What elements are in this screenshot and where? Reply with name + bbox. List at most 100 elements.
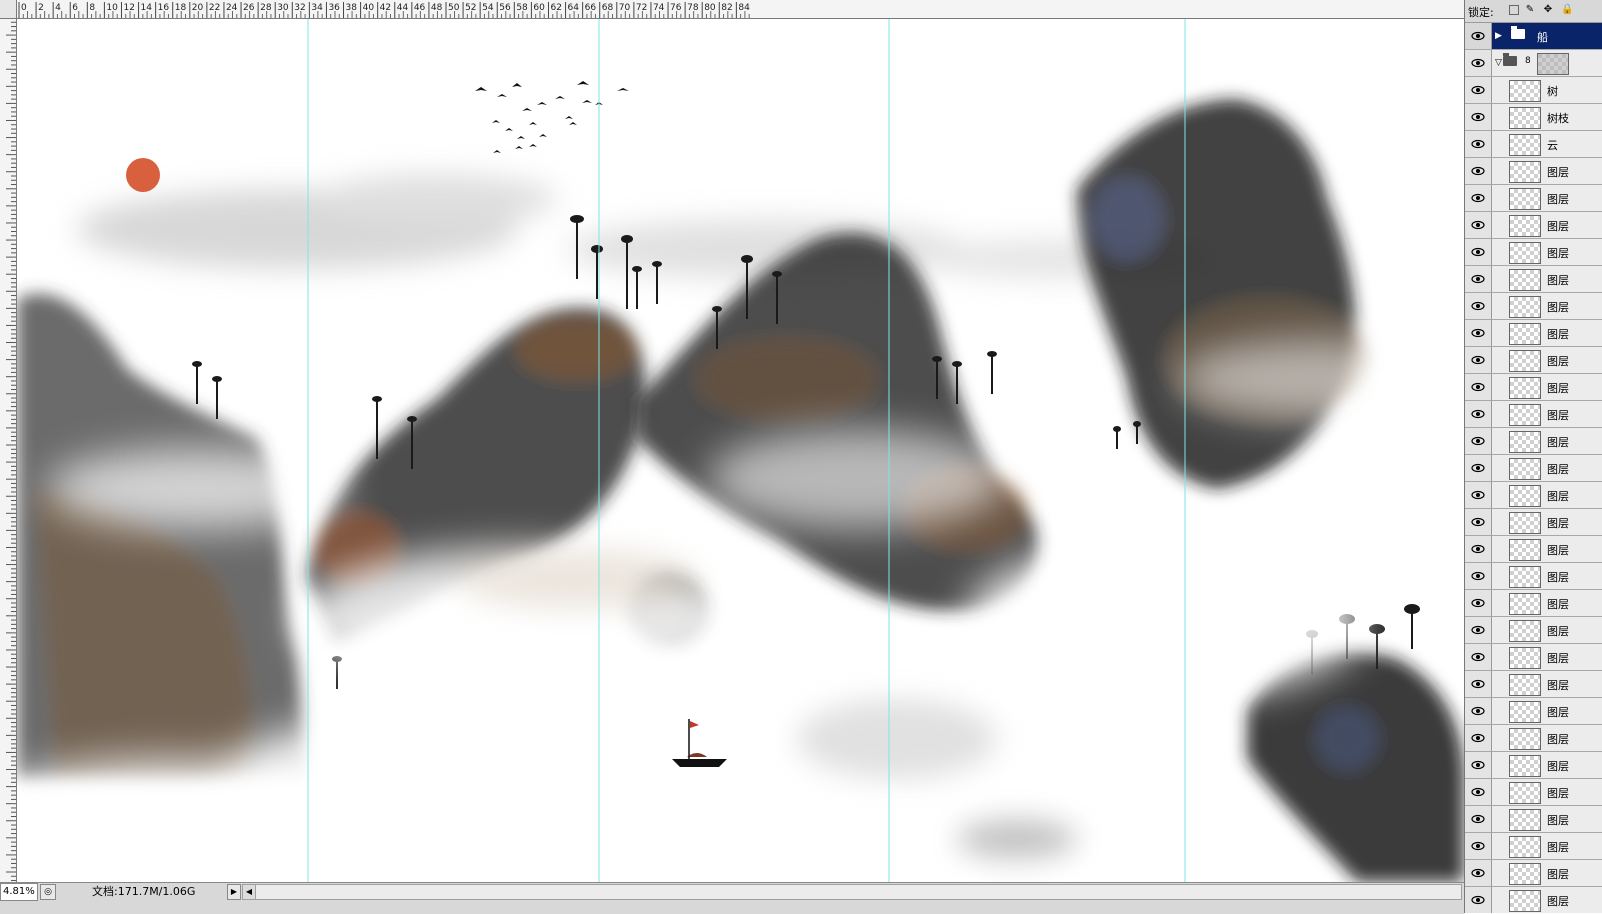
layer-row[interactable]: 图层: [1465, 401, 1602, 428]
layer-row[interactable]: 图层: [1465, 563, 1602, 590]
status-menu-arrow-icon[interactable]: ▶: [227, 884, 241, 900]
layer-row[interactable]: 图层: [1465, 347, 1602, 374]
visibility-toggle[interactable]: [1465, 833, 1492, 859]
visibility-toggle[interactable]: [1465, 212, 1492, 238]
layer-row[interactable]: 图层: [1465, 833, 1602, 860]
visibility-toggle[interactable]: [1465, 428, 1492, 454]
layer-row[interactable]: 图层: [1465, 860, 1602, 887]
visibility-toggle[interactable]: [1465, 239, 1492, 265]
layer-thumbnail[interactable]: [1509, 701, 1541, 723]
layer-thumbnail[interactable]: [1509, 782, 1541, 804]
layer-row[interactable]: 图层: [1465, 752, 1602, 779]
chain-link-icon[interactable]: 8: [1525, 56, 1531, 66]
visibility-toggle[interactable]: [1465, 77, 1492, 103]
layer-row[interactable]: 图层: [1465, 806, 1602, 833]
layer-thumbnail[interactable]: [1509, 269, 1541, 291]
visibility-toggle[interactable]: [1465, 536, 1492, 562]
layer-thumbnail[interactable]: [1509, 188, 1541, 210]
navigator-icon[interactable]: ◎: [40, 884, 56, 900]
visibility-toggle[interactable]: [1465, 374, 1492, 400]
layer-thumbnail[interactable]: [1509, 296, 1541, 318]
layer-row[interactable]: ▶ 船: [1465, 23, 1602, 50]
layer-thumbnail[interactable]: [1509, 215, 1541, 237]
layer-thumbnail[interactable]: [1509, 890, 1541, 912]
visibility-toggle[interactable]: [1465, 320, 1492, 346]
visibility-toggle[interactable]: [1465, 131, 1492, 157]
visibility-toggle[interactable]: [1465, 806, 1492, 832]
layer-row[interactable]: ▽ 8: [1465, 50, 1602, 77]
layer-thumbnail[interactable]: [1509, 755, 1541, 777]
layer-thumbnail[interactable]: [1509, 593, 1541, 615]
layer-thumbnail[interactable]: [1509, 512, 1541, 534]
layer-thumbnail[interactable]: [1509, 728, 1541, 750]
layer-thumbnail[interactable]: [1509, 80, 1541, 102]
visibility-toggle[interactable]: [1465, 698, 1492, 724]
layer-thumbnail[interactable]: [1509, 458, 1541, 480]
layer-thumbnail[interactable]: [1509, 431, 1541, 453]
lock-all-icon[interactable]: 🔒: [1561, 5, 1573, 15]
layer-thumbnail[interactable]: [1509, 242, 1541, 264]
visibility-toggle[interactable]: [1465, 725, 1492, 751]
visibility-toggle[interactable]: [1465, 590, 1492, 616]
visibility-toggle[interactable]: [1465, 185, 1492, 211]
horizontal-scrollbar[interactable]: ◀: [242, 884, 1462, 900]
visibility-toggle[interactable]: [1465, 266, 1492, 292]
layer-row[interactable]: 图层: [1465, 590, 1602, 617]
layer-thumbnail[interactable]: [1509, 404, 1541, 426]
layer-row[interactable]: 图层: [1465, 320, 1602, 347]
visibility-toggle[interactable]: [1465, 23, 1492, 49]
visibility-toggle[interactable]: [1465, 158, 1492, 184]
layer-row[interactable]: 图层: [1465, 158, 1602, 185]
layer-row[interactable]: 图层: [1465, 617, 1602, 644]
layer-thumbnail[interactable]: [1509, 377, 1541, 399]
layer-thumbnail[interactable]: [1509, 485, 1541, 507]
layer-thumbnail[interactable]: [1509, 836, 1541, 858]
visibility-toggle[interactable]: [1465, 563, 1492, 589]
layer-row[interactable]: 图层: [1465, 779, 1602, 806]
layer-thumbnail[interactable]: [1509, 620, 1541, 642]
visibility-toggle[interactable]: [1465, 752, 1492, 778]
layer-thumbnail[interactable]: [1509, 809, 1541, 831]
layer-thumbnail[interactable]: [1509, 323, 1541, 345]
layer-row[interactable]: 图层: [1465, 644, 1602, 671]
expand-arrow-icon[interactable]: ▶: [1495, 31, 1502, 41]
layer-row[interactable]: 图层: [1465, 374, 1602, 401]
scroll-left-arrow-icon[interactable]: ◀: [243, 885, 256, 899]
vertical-ruler[interactable]: [0, 18, 17, 882]
layer-row[interactable]: 图层: [1465, 293, 1602, 320]
zoom-level-field[interactable]: 4.81%: [0, 883, 38, 901]
visibility-toggle[interactable]: [1465, 50, 1492, 76]
visibility-toggle[interactable]: [1465, 482, 1492, 508]
ruler-origin[interactable]: [0, 0, 17, 19]
horizontal-ruler[interactable]: 0 2 4 6 8 10 12 14 16 18 20 22 24 26 28 30 32 34 36 38 40 42 4…: [0, 0, 1464, 19]
layer-row[interactable]: 树: [1465, 77, 1602, 104]
layer-row[interactable]: 云: [1465, 131, 1602, 158]
visibility-toggle[interactable]: [1465, 887, 1492, 913]
visibility-toggle[interactable]: [1465, 509, 1492, 535]
visibility-toggle[interactable]: [1465, 779, 1492, 805]
layer-row[interactable]: 图层: [1465, 536, 1602, 563]
visibility-toggle[interactable]: [1465, 671, 1492, 697]
layer-row[interactable]: 图层: [1465, 212, 1602, 239]
visibility-toggle[interactable]: [1465, 347, 1492, 373]
layer-row[interactable]: 图层: [1465, 887, 1602, 913]
layer-row[interactable]: 图层: [1465, 455, 1602, 482]
lock-brush-icon[interactable]: ✎: [1525, 5, 1535, 15]
layer-row[interactable]: 图层: [1465, 185, 1602, 212]
lock-move-icon[interactable]: ✥: [1543, 5, 1553, 15]
layer-thumbnail[interactable]: [1509, 161, 1541, 183]
layer-mask-thumbnail[interactable]: [1537, 53, 1569, 75]
visibility-toggle[interactable]: [1465, 293, 1492, 319]
layer-row[interactable]: 图层: [1465, 482, 1602, 509]
layer-row[interactable]: 图层: [1465, 725, 1602, 752]
layer-thumbnail[interactable]: [1509, 566, 1541, 588]
visibility-toggle[interactable]: [1465, 401, 1492, 427]
collapse-arrow-icon[interactable]: ▽: [1495, 58, 1502, 68]
layer-thumbnail[interactable]: [1509, 647, 1541, 669]
document-canvas[interactable]: [17, 19, 1464, 882]
layer-thumbnail[interactable]: [1509, 350, 1541, 372]
layer-row[interactable]: 图层: [1465, 509, 1602, 536]
layer-thumbnail[interactable]: [1509, 863, 1541, 885]
layer-row[interactable]: 图层: [1465, 239, 1602, 266]
lock-transparent-icon[interactable]: [1509, 5, 1519, 15]
